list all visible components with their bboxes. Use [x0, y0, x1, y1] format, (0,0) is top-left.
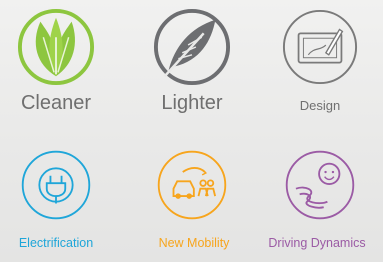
feature-label: Design	[299, 98, 341, 113]
capability-driving-dynamics: Driving Dynamics	[256, 130, 383, 262]
winding-road-smile-icon	[285, 150, 355, 220]
capability-label: Driving Dynamics	[268, 236, 366, 250]
feature-label: Cleaner	[20, 92, 92, 114]
feature-label: Lighter	[161, 92, 223, 114]
design-tablet-icon	[282, 9, 358, 85]
feature-design: Design	[256, 0, 383, 130]
feather-icon	[153, 8, 231, 86]
capability-label: New Mobility	[158, 236, 230, 250]
capability-electrification: Electrification	[0, 130, 120, 262]
capability-new-mobility: New Mobility	[128, 130, 256, 262]
leaf-icon	[17, 8, 95, 86]
plug-icon	[21, 150, 91, 220]
capability-label: Electrification	[18, 236, 94, 250]
feature-lighter: Lighter	[128, 0, 256, 130]
feature-cleaner: Cleaner	[0, 0, 120, 130]
car-sharing-icon	[157, 150, 227, 220]
